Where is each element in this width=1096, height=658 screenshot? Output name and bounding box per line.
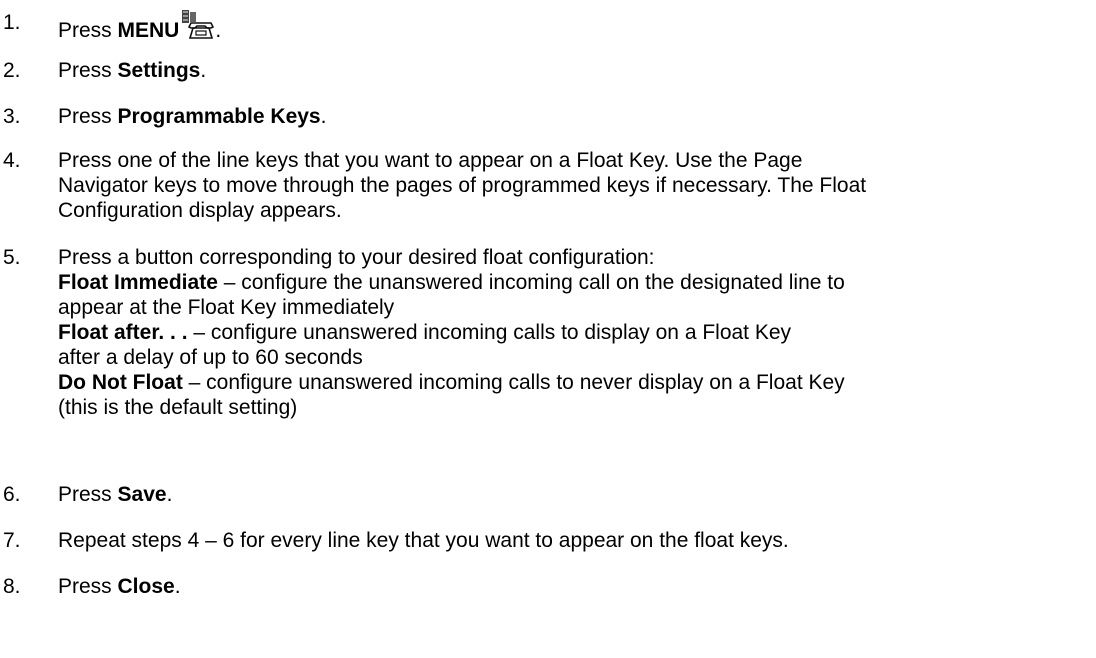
step-number: 6. bbox=[3, 483, 21, 506]
step-number: 8. bbox=[3, 575, 21, 598]
step-period: . bbox=[200, 59, 207, 82]
float-option-immediate: Float Immediate – configure the unanswer… bbox=[58, 270, 1088, 295]
option-description: – configure the unanswered incoming call… bbox=[217, 271, 845, 294]
step-text: Press Programmable Keys. bbox=[58, 104, 1088, 129]
step-line: Configuration display appears. bbox=[58, 199, 342, 222]
menu-keyword: MENU bbox=[117, 19, 180, 42]
step-number: 3. bbox=[3, 105, 21, 128]
settings-keyword: Settings bbox=[117, 59, 201, 82]
option-description-cont: (this is the default setting) bbox=[58, 396, 298, 419]
step-press-text: Press bbox=[58, 575, 118, 598]
step-press-text: Press bbox=[58, 59, 118, 82]
float-option-do-not-float: Do Not Float – configure unanswered inco… bbox=[58, 370, 1088, 395]
step-number: 7. bbox=[3, 529, 21, 552]
step-line: Repeat steps 4 – 6 for every line key th… bbox=[58, 529, 789, 552]
option-description: – configure unanswered incoming calls to… bbox=[187, 321, 792, 344]
option-description: – configure unanswered incoming calls to… bbox=[182, 371, 845, 394]
step-text: Repeat steps 4 – 6 for every line key th… bbox=[58, 528, 1088, 553]
step-press-text: Press bbox=[58, 483, 118, 506]
float-option-after: Float after. . . – configure unanswered … bbox=[58, 320, 1088, 345]
step-text: Press Settings. bbox=[58, 58, 1088, 83]
option-name: Do Not Float bbox=[58, 371, 183, 394]
programmable-keys-keyword: Programmable Keys bbox=[117, 105, 321, 128]
step-period: . bbox=[166, 483, 173, 506]
option-name: Float after. . . bbox=[58, 321, 188, 344]
save-keyword: Save bbox=[117, 483, 167, 506]
option-description-cont: after a delay of up to 60 seconds bbox=[58, 346, 363, 369]
step-number: 4. bbox=[3, 149, 21, 172]
step-line: Navigator keys to move through the pages… bbox=[58, 174, 867, 197]
step-text: Press one of the line keys that you want… bbox=[58, 148, 1088, 223]
step-period: . bbox=[174, 575, 181, 598]
step-number: 2. bbox=[3, 59, 21, 82]
step-press-text: Press bbox=[58, 105, 118, 128]
step-text: Press a button corresponding to your des… bbox=[58, 245, 1088, 420]
step-intro: Press a button corresponding to your des… bbox=[58, 246, 655, 269]
step-period: . bbox=[215, 19, 222, 42]
step-number: 5. bbox=[3, 246, 21, 269]
step-text: Press Close. bbox=[58, 574, 1088, 599]
step-text: Press MENU . bbox=[58, 10, 1088, 43]
step-text: Press Save. bbox=[58, 482, 1088, 507]
menu-key-icon bbox=[181, 10, 215, 40]
step-period: . bbox=[320, 105, 327, 128]
step-press-text: Press bbox=[58, 19, 118, 42]
step-line: Press one of the line keys that you want… bbox=[58, 149, 803, 172]
step-number: 1. bbox=[3, 11, 21, 34]
option-name: Float Immediate bbox=[58, 271, 218, 294]
option-description-cont: appear at the Float Key immediately bbox=[58, 296, 395, 319]
close-keyword: Close bbox=[117, 575, 175, 598]
